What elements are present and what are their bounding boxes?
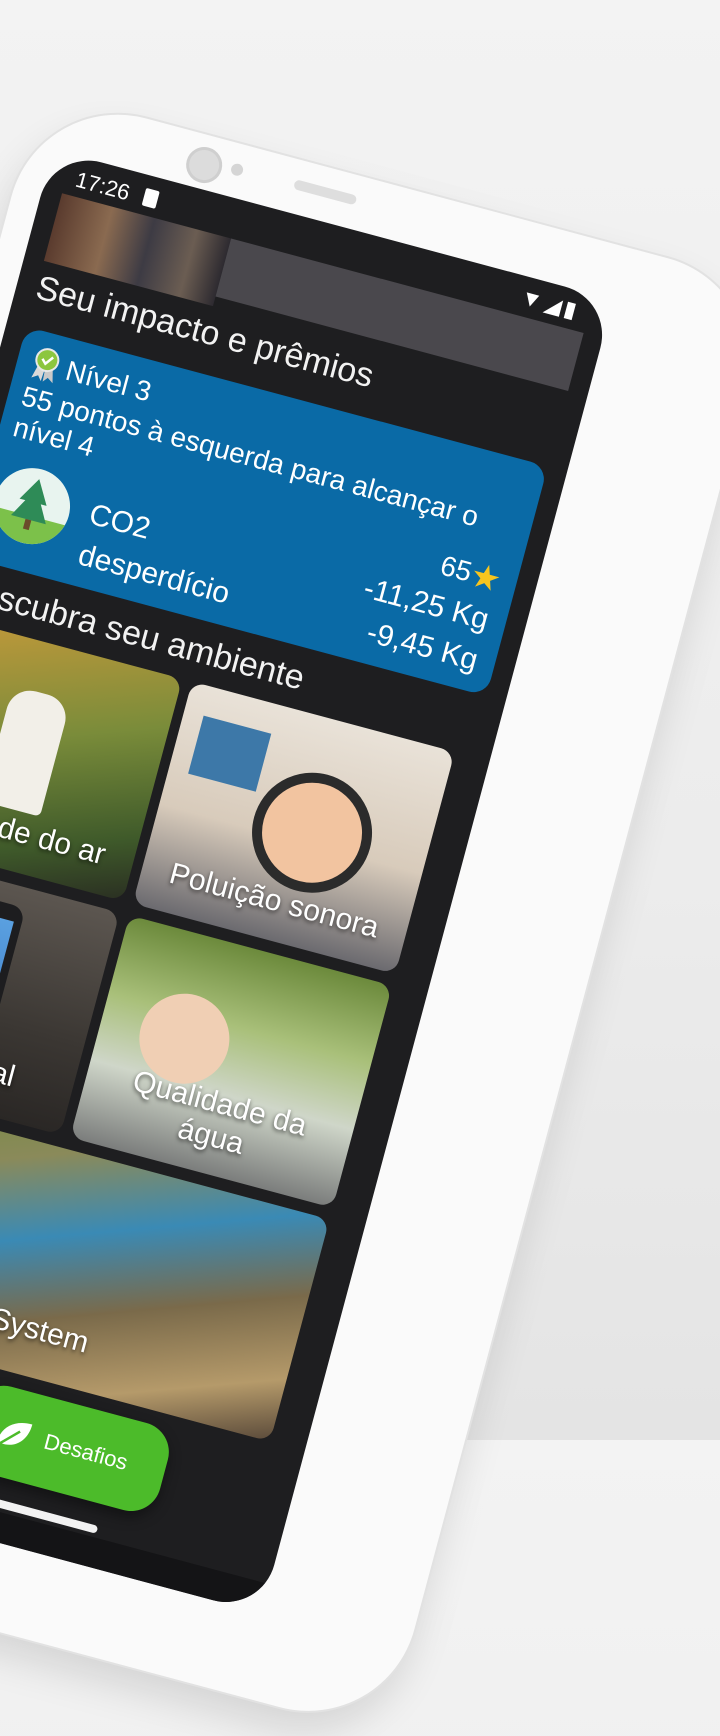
front-camera [182,143,227,188]
phone-frame: 17:26 ▼◢▮ Seu impacto e prêmios Nível 3 … [0,90,720,1736]
tree-icon [0,459,79,553]
challenges-button-label: Desafios [41,1428,131,1475]
wall-picture [188,715,272,792]
medal-icon [31,348,60,384]
app-screen: 17:26 ▼◢▮ Seu impacto e prêmios Nível 3 … [0,149,614,1614]
leaf-icon [0,1423,33,1446]
metric-label-waste: desperdício [74,538,234,611]
woman-figure [0,685,71,817]
smartphone-screen [0,897,14,1061]
tile-label-ecosystem: EcoSystem [0,1288,93,1360]
earpiece-speaker [293,179,358,206]
sd-card-icon [141,187,160,209]
metric-label-co2: CO2 [85,497,154,546]
smartphone-image [0,879,26,1083]
proximity-sensor [229,162,245,178]
tile-label-social-media: Mídia Social [0,1019,19,1094]
